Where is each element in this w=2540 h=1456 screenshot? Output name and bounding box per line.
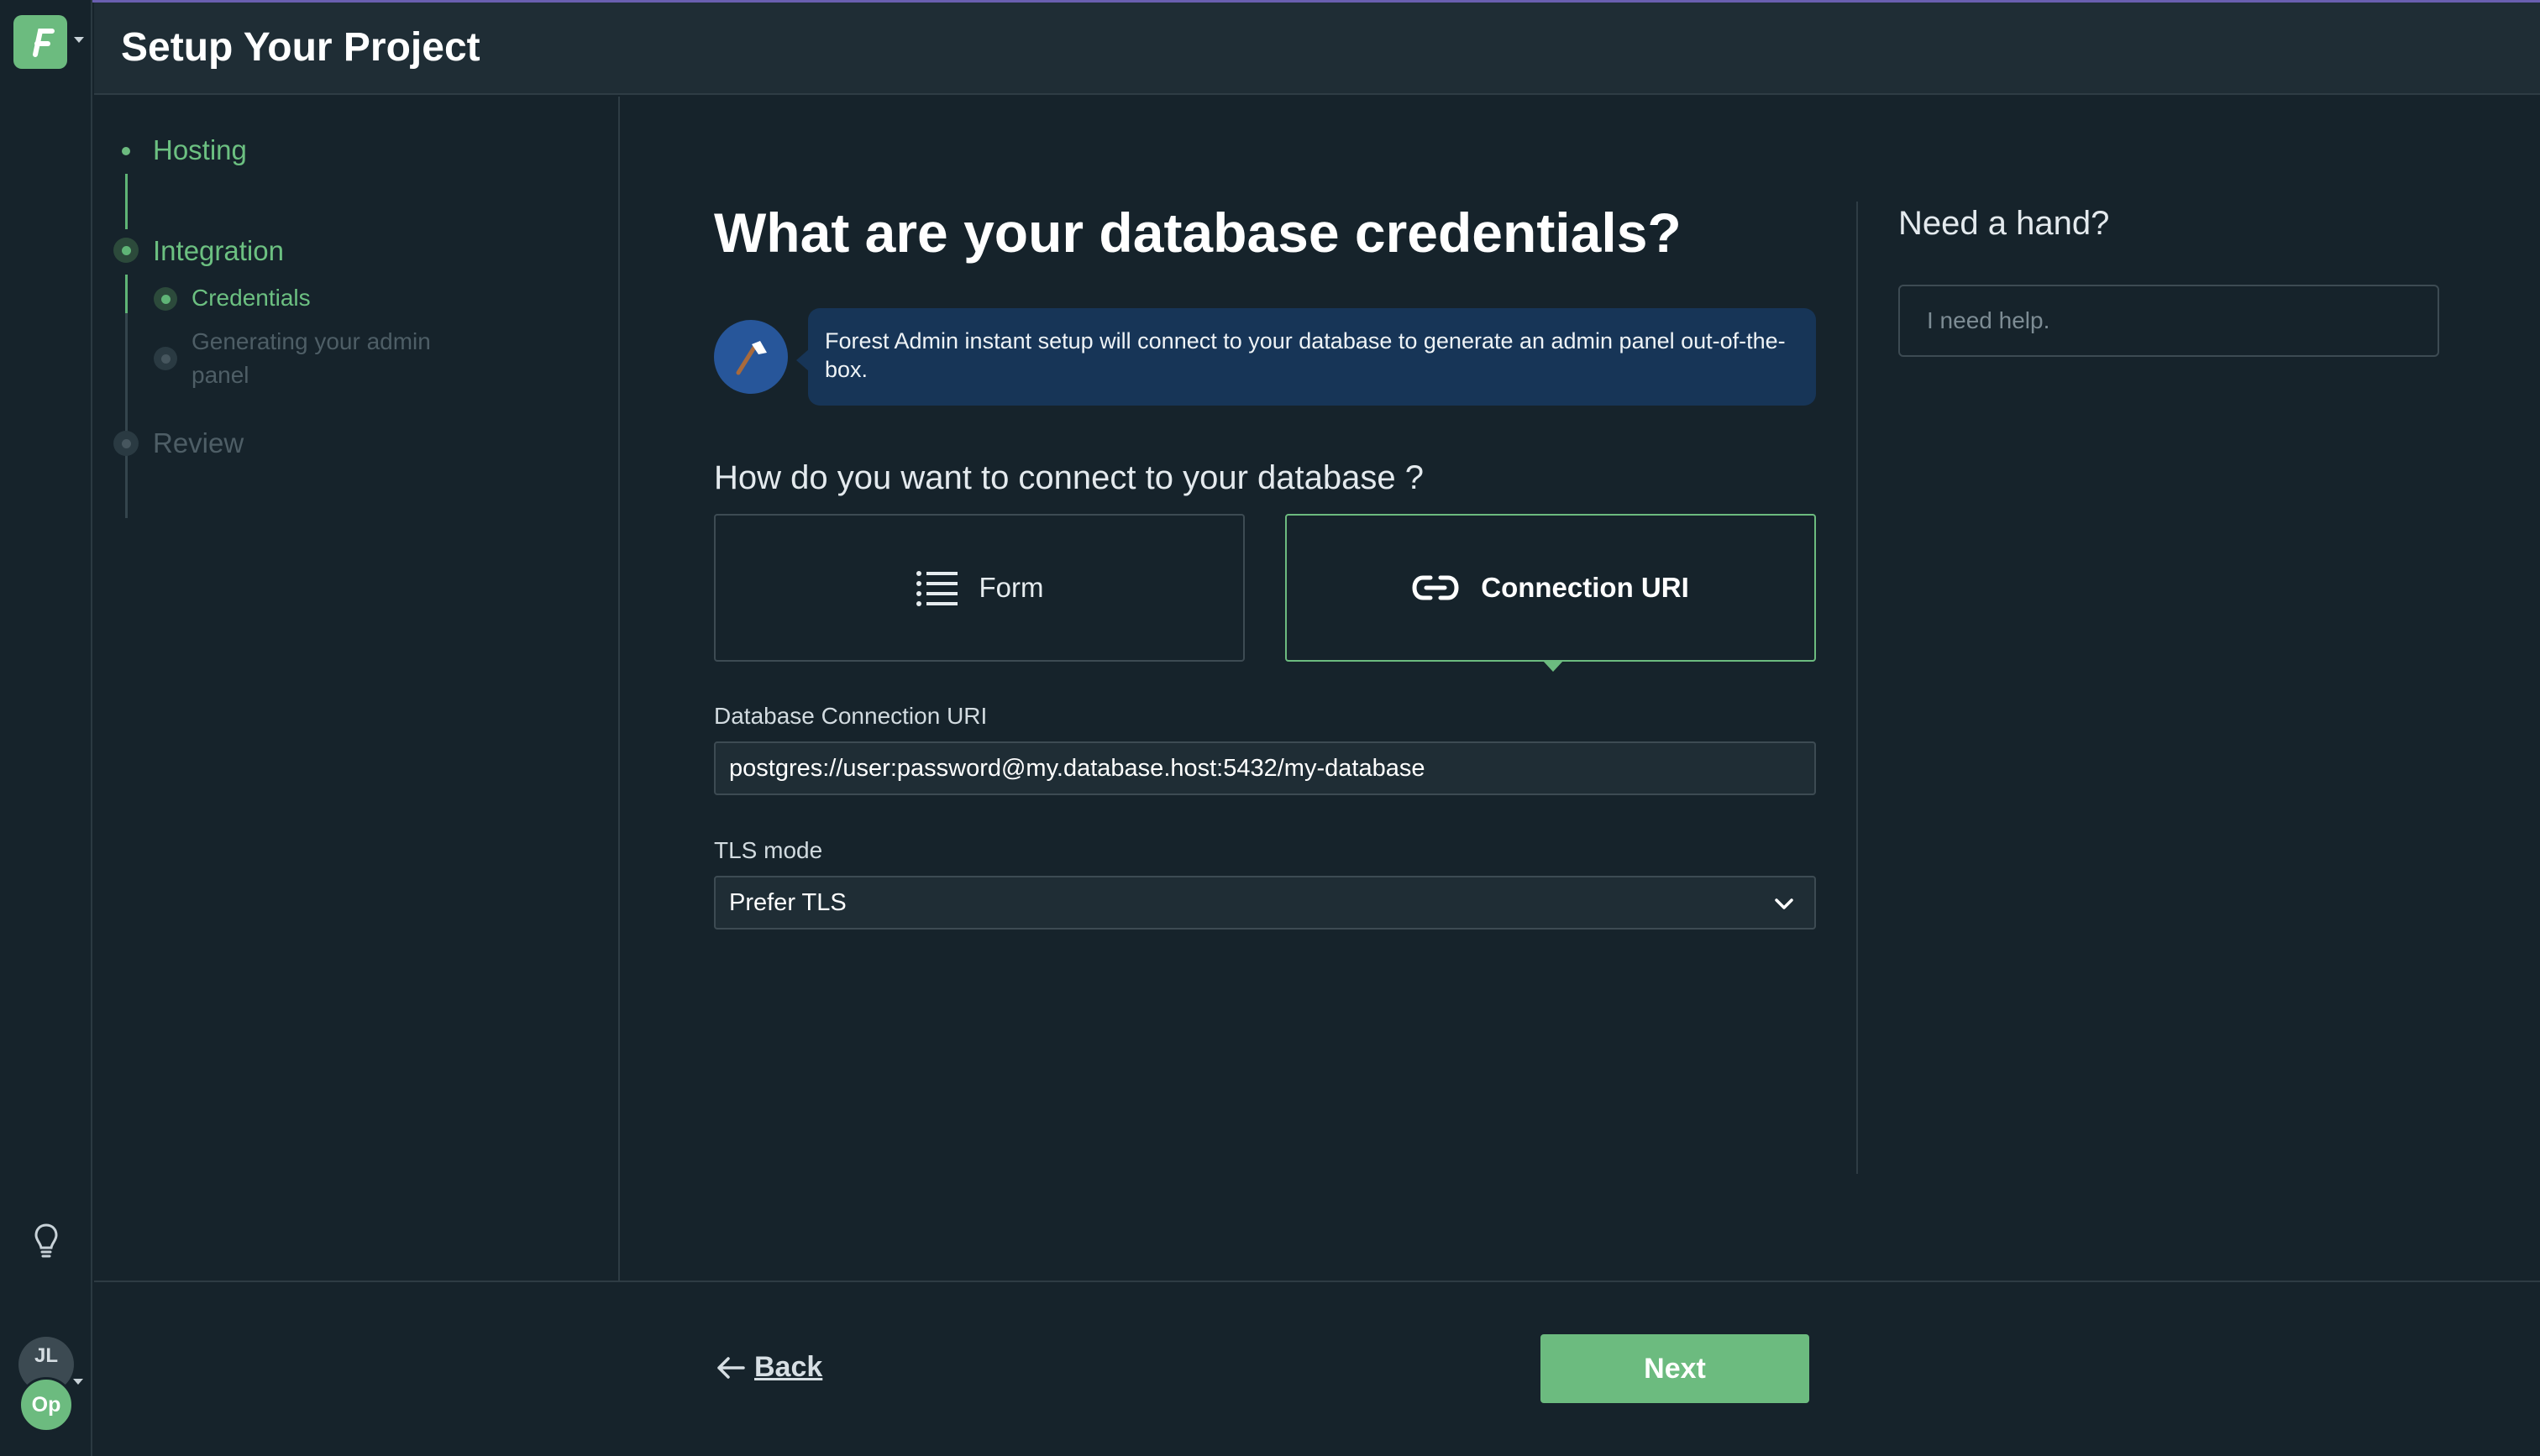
main-content: What are your database credentials? Fore…	[622, 97, 1856, 1281]
selection-indicator	[1543, 661, 1563, 672]
page-header: Setup Your Project	[94, 3, 2540, 95]
page-footer: Back Next	[94, 1281, 2540, 1456]
help-input[interactable]	[1898, 285, 2439, 357]
next-button[interactable]: Next	[1540, 1334, 1809, 1403]
credentials-heading: What are your database credentials?	[714, 202, 1682, 264]
step-integration[interactable]: Integration	[153, 235, 284, 267]
step-hosting[interactable]: Hosting	[153, 134, 247, 166]
step-dot-active	[113, 238, 139, 263]
option-connection-uri[interactable]: Connection URI	[1285, 514, 1816, 662]
chevron-down-icon	[1775, 898, 1793, 909]
step-connector	[125, 174, 128, 229]
substep-dot-pending	[154, 347, 177, 370]
help-title: Need a hand?	[1898, 205, 2110, 242]
option-form-label: Form	[979, 572, 1044, 603]
substep-generating: Generating your admin panel	[192, 328, 431, 388]
lightbulb-icon[interactable]	[32, 1222, 60, 1260]
step-review: Review	[153, 427, 244, 458]
substep-dot-active	[154, 287, 177, 311]
step-dot-pending	[113, 431, 139, 456]
tls-field-label: TLS mode	[714, 837, 823, 863]
chevron-down-icon[interactable]	[73, 1379, 83, 1385]
connection-uri-input[interactable]	[714, 741, 1816, 795]
uri-field-label: Database Connection URI	[714, 703, 988, 729]
connect-question: How do you want to connect to your datab…	[714, 459, 1424, 496]
option-uri-label: Connection URI	[1481, 572, 1689, 603]
back-button[interactable]: Back	[716, 1351, 822, 1384]
app-rail: JL Op	[0, 0, 92, 1456]
arrow-left-icon	[717, 1356, 745, 1379]
tls-mode-select[interactable]: Prefer TLS	[714, 876, 1816, 930]
app-logo[interactable]	[13, 15, 67, 69]
option-form[interactable]: Form	[714, 514, 1245, 662]
tls-mode-value: Prefer TLS	[729, 888, 847, 916]
chevron-down-icon[interactable]	[74, 37, 84, 43]
list-icon	[916, 571, 958, 606]
help-divider	[1856, 202, 1858, 1174]
back-button-label: Back	[754, 1351, 823, 1383]
page-title: Setup Your Project	[121, 25, 480, 70]
substep-credentials[interactable]: Credentials	[192, 281, 311, 315]
project-avatar[interactable]: Op	[18, 1377, 74, 1432]
step-dot-done	[122, 147, 130, 155]
setup-steps: Hosting Integration Credentials Generati…	[94, 97, 620, 1281]
link-icon	[1412, 575, 1459, 600]
setup-hint: Forest Admin instant setup will connect …	[808, 308, 1816, 406]
step-connector	[125, 275, 128, 313]
axe-icon	[714, 320, 788, 394]
forest-logo-icon	[33, 29, 55, 57]
